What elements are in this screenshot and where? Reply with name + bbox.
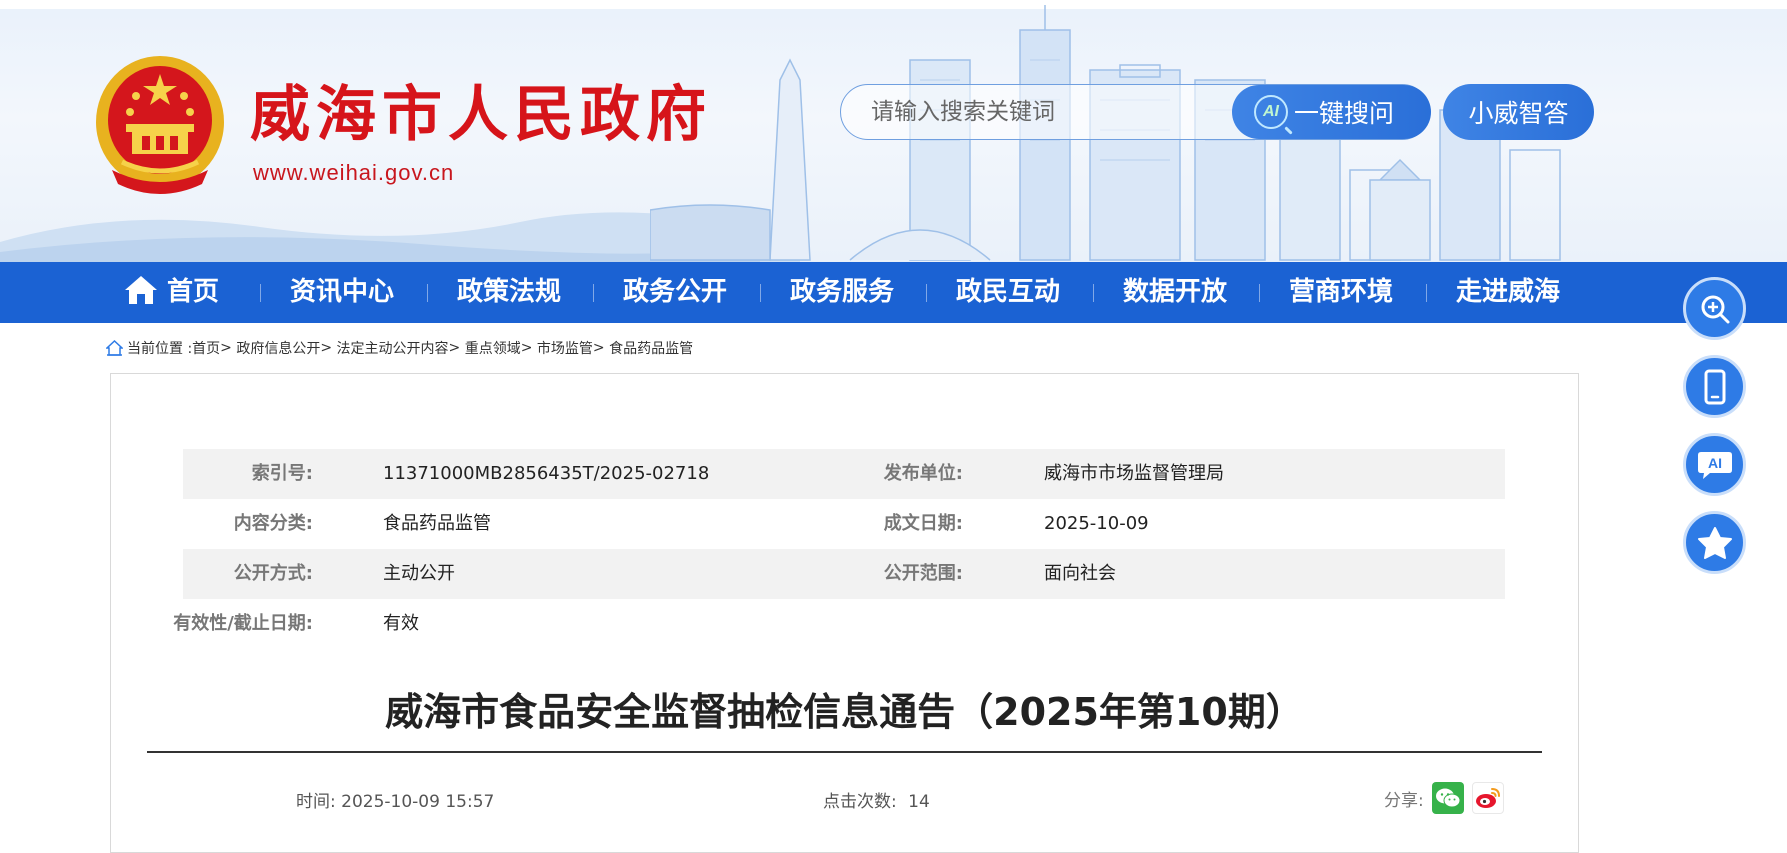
nav-item-gov-affairs-public[interactable]: 政务公开 bbox=[615, 262, 735, 323]
meta-row: 公开方式: 主动公开 公开范围: 面向社会 bbox=[183, 549, 1505, 599]
meta-value: 11371000MB2856435T/2025-02718 bbox=[383, 463, 710, 484]
click-count-label: 点击次数: bbox=[823, 792, 897, 812]
zoom-in-button[interactable] bbox=[1683, 277, 1746, 340]
meta-label: 发布单位: bbox=[883, 463, 963, 484]
nav-divider bbox=[760, 284, 761, 302]
meta-label: 索引号: bbox=[251, 463, 313, 484]
zoom-in-icon bbox=[1701, 295, 1729, 323]
site-header: 威海市人民政府 www.weihai.gov.cn AI 一键搜问 小威智答 bbox=[0, 0, 1787, 262]
mobile-phone-icon bbox=[1704, 369, 1725, 404]
meta-row: 有效性/截止日期: 有效 bbox=[173, 599, 1505, 649]
home-icon bbox=[124, 275, 157, 304]
meta-row: 内容分类: 食品药品监管 成文日期: 2025-10-09 bbox=[183, 499, 1505, 549]
meta-row: 索引号: 11371000MB2856435T/2025-02718 发布单位:… bbox=[183, 449, 1505, 499]
nav-item-policy[interactable]: 政策法规 bbox=[449, 262, 569, 323]
document-meta-table: 索引号: 11371000MB2856435T/2025-02718 发布单位:… bbox=[173, 449, 1505, 649]
nav-item-about-weihai[interactable]: 走进威海 bbox=[1448, 262, 1568, 323]
share-bar: 分享: bbox=[1384, 782, 1504, 814]
nav-item-interaction[interactable]: 政民互动 bbox=[948, 262, 1068, 323]
breadcrumb-prefix: 当前位置 : bbox=[127, 341, 193, 357]
nav-item-open-data[interactable]: 数据开放 bbox=[1115, 262, 1235, 323]
meta-value: 2025-10-09 bbox=[1044, 513, 1149, 534]
breadcrumb-item[interactable]: 重点领域 bbox=[465, 338, 521, 358]
star-icon bbox=[1697, 526, 1732, 559]
nav-divider bbox=[1426, 284, 1427, 302]
share-label: 分享: bbox=[1384, 790, 1424, 811]
ai-chat-button[interactable]: AI bbox=[1683, 433, 1746, 496]
click-count-value: 14 bbox=[908, 792, 930, 812]
article-panel: 索引号: 11371000MB2856435T/2025-02718 发布单位:… bbox=[110, 373, 1579, 853]
breadcrumb-item[interactable]: 政府信息公开 bbox=[236, 338, 320, 358]
meta-value: 主动公开 bbox=[383, 563, 455, 584]
weibo-share-button[interactable] bbox=[1471, 782, 1504, 814]
breadcrumb-item[interactable]: 市场监管 bbox=[537, 338, 593, 358]
meta-value: 有效 bbox=[383, 613, 419, 634]
svg-text:AI: AI bbox=[1708, 455, 1722, 471]
nav-item-business-env[interactable]: 营商环境 bbox=[1281, 262, 1401, 323]
breadcrumb-item[interactable]: 法定主动公开内容 bbox=[337, 338, 449, 358]
click-count: 点击次数: 14 bbox=[823, 787, 930, 812]
national-emblem-logo bbox=[96, 56, 224, 194]
nav-divider bbox=[427, 284, 428, 302]
breadcrumb-item[interactable]: 食品药品监管 bbox=[609, 338, 693, 358]
nav-divider bbox=[593, 284, 594, 302]
breadcrumb-separator: > bbox=[448, 340, 461, 356]
breadcrumb-item[interactable]: 首页 bbox=[192, 338, 220, 358]
search-input[interactable] bbox=[871, 85, 1201, 139]
breadcrumb-separator: > bbox=[592, 340, 605, 356]
nav-item-home[interactable]: 首页 bbox=[116, 262, 226, 323]
nav-divider bbox=[926, 284, 927, 302]
nav-item-label: 首页 bbox=[166, 277, 219, 307]
meta-label: 有效性/截止日期: bbox=[173, 613, 313, 634]
main-nav: 首页 资讯中心 政策法规 政务公开 政务服务 政民互动 数据开放 营商环境 走进… bbox=[0, 262, 1787, 323]
nav-divider bbox=[1259, 284, 1260, 302]
nav-item-news[interactable]: 资讯中心 bbox=[282, 262, 402, 323]
favorite-button[interactable] bbox=[1683, 511, 1746, 574]
breadcrumb-separator: > bbox=[320, 340, 333, 356]
meta-label: 内容分类: bbox=[233, 513, 313, 534]
nav-divider bbox=[260, 284, 261, 302]
title-divider bbox=[147, 751, 1542, 753]
mobile-version-button[interactable] bbox=[1683, 355, 1746, 418]
article-title: 威海市食品安全监督抽检信息通告（2025年第10期） bbox=[385, 690, 1304, 734]
breadcrumb-separator: > bbox=[220, 340, 232, 356]
xiaowei-answer-button[interactable]: 小威智答 bbox=[1443, 84, 1594, 140]
ai-search-icon: AI bbox=[1254, 95, 1288, 129]
site-name[interactable]: 威海市人民政府 bbox=[250, 80, 712, 150]
publish-time-label: 时间: bbox=[296, 792, 336, 812]
ai-search-label: 一键搜问 bbox=[1294, 99, 1395, 128]
meta-value: 威海市市场监督管理局 bbox=[1044, 463, 1224, 484]
site-url[interactable]: www.weihai.gov.cn bbox=[253, 160, 454, 186]
breadcrumb: 当前位置 : 首页 > 政府信息公开 > 法定主动公开内容 > 重点领域 > 市场监管 >… bbox=[106, 338, 693, 358]
publish-time: 时间: 2025-10-09 15:57 bbox=[296, 787, 494, 812]
home-icon bbox=[106, 340, 123, 356]
nav-divider bbox=[1093, 284, 1094, 302]
meta-value: 面向社会 bbox=[1044, 563, 1116, 584]
wechat-icon bbox=[1435, 788, 1461, 808]
meta-label: 成文日期: bbox=[883, 513, 963, 534]
meta-label: 公开方式: bbox=[233, 563, 313, 584]
ai-search-button[interactable]: AI 一键搜问 bbox=[1232, 85, 1431, 139]
publish-time-value: 2025-10-09 15:57 bbox=[341, 792, 495, 812]
ai-chat-icon: AI bbox=[1697, 451, 1732, 479]
wechat-share-button[interactable] bbox=[1431, 782, 1464, 814]
weibo-icon bbox=[1475, 788, 1500, 808]
meta-value: 食品药品监管 bbox=[383, 513, 491, 534]
nav-item-gov-services[interactable]: 政务服务 bbox=[782, 262, 902, 323]
meta-label: 公开范围: bbox=[883, 563, 963, 584]
search-box: AI 一键搜问 bbox=[840, 84, 1431, 140]
breadcrumb-separator: > bbox=[520, 340, 533, 356]
